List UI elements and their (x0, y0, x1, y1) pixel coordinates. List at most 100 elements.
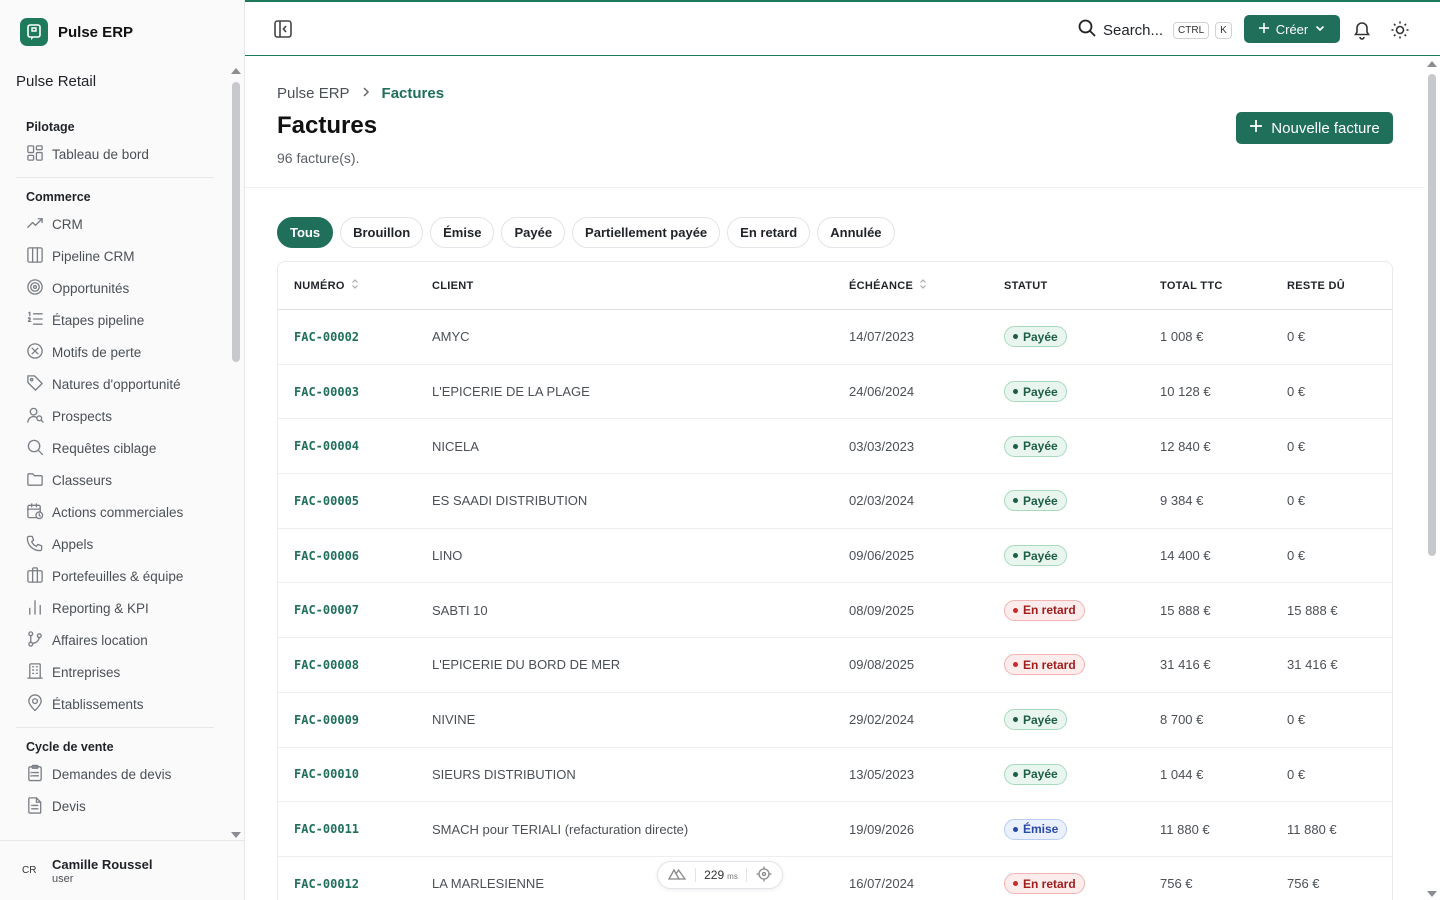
user-profile[interactable]: CR Camille Roussel user (0, 840, 244, 900)
table-row[interactable]: FAC-00010 SIEURS DISTRIBUTION 13/05/2023… (278, 748, 1392, 803)
remaining-due-cell: 31 416 € (1287, 657, 1338, 673)
sidebar-item-label: Pipeline CRM (52, 248, 135, 264)
table-row[interactable]: FAC-00004 NICELA 03/03/2023 Payée 12 840… (278, 419, 1392, 475)
status-dot-icon (1013, 389, 1018, 395)
scroll-down-arrow-icon[interactable] (1427, 891, 1437, 897)
table-row[interactable]: FAC-00009 NIVINE 29/02/2024 Payée 8 700 … (278, 693, 1392, 748)
column-header-numero[interactable]: NUMÉRO (278, 279, 432, 292)
sidebar-item-motifs-de-perte[interactable]: Motifs de perte (16, 336, 214, 368)
sidebar-item-natures-d-opportunite[interactable]: Natures d'opportunité (16, 368, 214, 400)
filter-tab-payee[interactable]: Payée (501, 217, 566, 248)
total-ttc-cell: 12 840 € (1160, 438, 1211, 454)
client-cell: SABTI 10 (432, 602, 488, 618)
due-date-cell: 19/09/2026 (849, 821, 915, 837)
table-row[interactable]: FAC-00005 ES SAADI DISTRIBUTION 02/03/20… (278, 474, 1392, 529)
sidebar-item-pipeline-crm[interactable]: Pipeline CRM (16, 240, 214, 272)
invoice-number-link[interactable]: FAC-00004 (294, 439, 359, 453)
table-row[interactable]: FAC-00002 AMYC 14/07/2023 Payée 1 008 € … (278, 310, 1392, 365)
organization-name[interactable]: Pulse Retail (16, 73, 96, 90)
invoice-number-link[interactable]: FAC-00009 (294, 713, 359, 727)
status-badge: Payée (1004, 381, 1067, 403)
nuxt-logo-icon[interactable] (667, 868, 687, 883)
sidebar-item-prospects[interactable]: Prospects (16, 400, 214, 432)
sort-icon[interactable] (351, 279, 359, 292)
sidebar-scrollbar[interactable] (231, 66, 241, 840)
sidebar-item-entreprises[interactable]: Entreprises (16, 656, 214, 688)
sidebar-item-tableau-de-bord[interactable]: Tableau de bord (16, 138, 214, 170)
client-cell: ES SAADI DISTRIBUTION (432, 493, 588, 509)
sidebar-item-actions-commerciales[interactable]: Actions commerciales (16, 496, 214, 528)
status-label: Émise (1023, 822, 1059, 837)
sort-icon[interactable] (919, 279, 927, 292)
topbar: Search... CTRL K Créer (245, 0, 1440, 56)
create-button[interactable]: Créer (1244, 15, 1340, 43)
theme-toggle-sun-icon[interactable] (1390, 20, 1410, 45)
sidebar-item-etapes-pipeline[interactable]: Étapes pipeline (16, 304, 214, 336)
table-row[interactable]: FAC-00008 L'EPICERIE DU BORD DE MER 09/0… (278, 638, 1392, 693)
status-filter-tabs: Tous Brouillon Émise Payée Partiellement pay… (277, 217, 895, 248)
global-search[interactable]: Search... CTRL K (1077, 18, 1232, 42)
scroll-up-arrow-icon[interactable] (231, 68, 241, 74)
sidebar-item-affaires-location[interactable]: Affaires location (16, 624, 214, 656)
new-invoice-label: Nouvelle facture (1271, 119, 1380, 137)
breadcrumb-root-link[interactable]: Pulse ERP (277, 85, 350, 102)
table-row[interactable]: FAC-00006 LINO 09/06/2025 Payée 14 400 €… (278, 529, 1392, 584)
status-dot-icon (1013, 881, 1018, 887)
sidebar-item-reporting-kpi[interactable]: Reporting & KPI (16, 592, 214, 624)
remaining-due-cell: 15 888 € (1287, 602, 1338, 618)
sidebar-item-portefeuilles-equipe[interactable]: Portefeuilles & équipe (16, 560, 214, 592)
filter-tab-brouillon[interactable]: Brouillon (340, 217, 424, 248)
column-header-reste: RESTE DÛ (1287, 279, 1346, 292)
invoice-number-link[interactable]: FAC-00007 (294, 603, 359, 617)
sidebar-toggle-icon[interactable] (273, 19, 293, 44)
sidebar-item-etablissements[interactable]: Établissements (16, 688, 214, 720)
filter-tab-partiellement-payee[interactable]: Partiellement payée (572, 217, 721, 248)
scroll-down-arrow-icon[interactable] (231, 832, 241, 838)
column-header-echeance[interactable]: ÉCHÉANCE (849, 279, 1004, 292)
sidebar-item-label: Natures d'opportunité (52, 376, 181, 392)
invoice-number-link[interactable]: FAC-00010 (294, 767, 359, 781)
sidebar-item-crm[interactable]: CRM (16, 208, 214, 240)
new-invoice-button[interactable]: Nouvelle facture (1236, 112, 1393, 144)
sidebar-item-label: Étapes pipeline (52, 312, 145, 328)
dev-tools-indicator[interactable]: 229 ms (657, 861, 783, 889)
status-dot-icon (1013, 662, 1018, 668)
sidebar-item-classeurs[interactable]: Classeurs (16, 464, 214, 496)
sidebar-item-appels[interactable]: Appels (16, 528, 214, 560)
invoice-number-link[interactable]: FAC-00012 (294, 877, 359, 891)
scrollbar-thumb[interactable] (1428, 74, 1436, 556)
bell-icon[interactable] (1352, 20, 1372, 45)
invoice-number-link[interactable]: FAC-00011 (294, 822, 359, 836)
remaining-due-cell: 0 € (1287, 712, 1306, 728)
filter-tab-en-retard[interactable]: En retard (727, 217, 811, 248)
status-badge: En retard (1004, 873, 1085, 895)
sidebar: Pulse ERP Pulse Retail Pilotage Tableau d… (0, 0, 245, 900)
table-row[interactable]: FAC-00007 SABTI 10 08/09/2025 En retard … (278, 583, 1392, 639)
invoice-number-link[interactable]: FAC-00006 (294, 549, 359, 563)
sidebar-item-demandes-de-devis[interactable]: Demandes de devis (16, 758, 214, 790)
invoice-number-link[interactable]: FAC-00005 (294, 494, 359, 508)
map-pin-icon (26, 693, 44, 715)
invoice-number-link[interactable]: FAC-00003 (294, 385, 359, 399)
main-scrollbar[interactable] (1426, 58, 1438, 900)
brand[interactable]: Pulse ERP (20, 18, 133, 46)
sidebar-item-requetes-ciblage[interactable]: Requêtes ciblage (16, 432, 214, 464)
invoice-number-link[interactable]: FAC-00008 (294, 658, 359, 672)
client-cell: NICELA (432, 438, 479, 454)
sidebar-item-devis[interactable]: Devis (16, 790, 214, 822)
table-row[interactable]: FAC-00012 LA MARLESIENNE 16/07/2024 En r… (278, 857, 1392, 900)
create-button-label: Créer (1275, 21, 1309, 37)
client-cell: SMACH pour TERIALI (refacturation direct… (432, 821, 689, 837)
filter-tab-emise[interactable]: Émise (430, 217, 495, 248)
filter-tab-annulee[interactable]: Annulée (817, 217, 895, 248)
scroll-up-arrow-icon[interactable] (1427, 61, 1437, 67)
invoice-number-link[interactable]: FAC-00002 (294, 330, 359, 344)
sidebar-item-label: Devis (52, 798, 86, 814)
sidebar-item-opportunites[interactable]: Opportunités (16, 272, 214, 304)
table-row[interactable]: FAC-00011 SMACH pour TERIALI (refacturat… (278, 802, 1392, 857)
table-row[interactable]: FAC-00003 L'EPICERIE DE LA PLAGE 24/06/2… (278, 365, 1392, 420)
filter-tab-tous[interactable]: Tous (277, 217, 334, 248)
crosshair-icon[interactable] (756, 866, 772, 885)
scrollbar-thumb[interactable] (232, 82, 240, 362)
total-ttc-cell: 10 128 € (1160, 384, 1211, 400)
